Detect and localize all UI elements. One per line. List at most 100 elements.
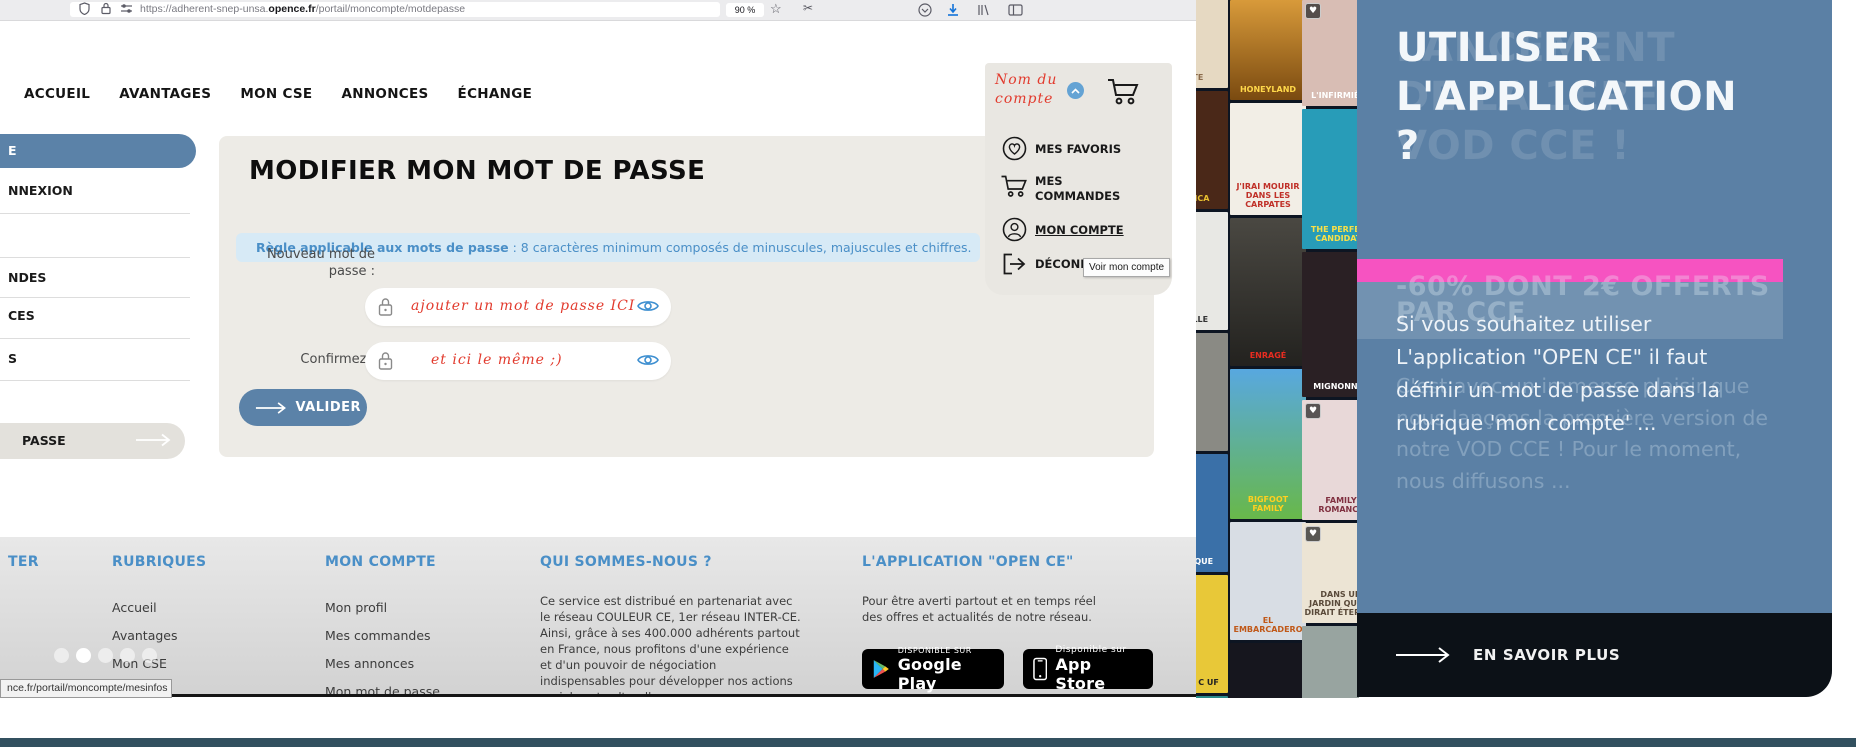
movie-poster[interactable]: nette xyxy=(1196,0,1228,88)
sidebar-item-mot-de-passe[interactable]: PASSE xyxy=(0,423,185,459)
lock-icon[interactable] xyxy=(101,2,111,15)
movie-poster[interactable]: THE PERFECT CANDIDATE xyxy=(1302,109,1359,249)
account-name[interactable]: Nom du compte xyxy=(995,71,1073,109)
sidebar-item-connexion[interactable]: NNEXION xyxy=(8,183,73,198)
google-play-icon xyxy=(873,660,889,678)
confirm-password-input[interactable]: et ici le même ;) xyxy=(365,342,671,380)
sidebar-item-annonces[interactable]: CES xyxy=(8,308,35,323)
bookmark-star-icon[interactable]: ☆ xyxy=(770,1,782,17)
divider xyxy=(0,257,190,258)
nav-accueil[interactable]: ACCUEIL xyxy=(24,86,90,102)
movie-poster[interactable]: madre xyxy=(1302,626,1359,698)
sidebar-toggle-icon[interactable] xyxy=(1008,3,1023,17)
footer-rubriques-header: RUBRIQUES xyxy=(112,554,207,570)
menu-mes-favoris[interactable]: MES FAVORIS xyxy=(1035,142,1121,157)
nav-avantages[interactable]: AVANTAGES xyxy=(119,86,211,102)
permissions-icon[interactable] xyxy=(120,2,133,15)
nav-annonces[interactable]: ANNONCES xyxy=(341,86,428,102)
movie-poster[interactable]: CER RIQUE xyxy=(1196,454,1228,572)
movie-poster[interactable]: ENRAGÉ xyxy=(1230,218,1306,366)
app-store-badge[interactable]: Disponible sur App Store xyxy=(1023,645,1153,693)
divider xyxy=(0,297,190,298)
movie-poster[interactable]: ITE xyxy=(1196,333,1228,451)
footer-link-accueil[interactable]: Accueil xyxy=(112,600,157,615)
cart-icon[interactable] xyxy=(999,173,1029,200)
show-password-eye-icon[interactable] xyxy=(637,351,659,369)
google-play-badge[interactable]: DISPONIBLE SUR Google Play xyxy=(862,646,1004,693)
movie-poster[interactable]: IP MAN 4 xyxy=(1230,643,1306,698)
logout-icon[interactable] xyxy=(1002,253,1026,275)
poster-title: ENRAGÉ xyxy=(1249,351,1287,360)
favorite-heart-icon[interactable]: ♥ xyxy=(1305,526,1321,542)
new-password-label: Nouveau mot de passe : xyxy=(266,247,375,279)
movie-poster[interactable]: J'irai mourir dans les Carpates xyxy=(1230,103,1306,215)
sidebar-item-favoris[interactable]: S xyxy=(8,351,17,366)
footer-link-mon-profil[interactable]: Mon profil xyxy=(325,600,387,615)
poster-title: L'INFIRMIÈRE xyxy=(1311,91,1359,100)
footer-app-text: Pour être averti partout et en temps rée… xyxy=(862,594,1096,624)
new-password-input[interactable]: ajouter un mot de passe ICI xyxy=(365,288,671,326)
poster-title: CER RIQUE xyxy=(1196,557,1214,566)
poster-title: THE PERFECT CANDIDATE xyxy=(1310,225,1359,243)
divider xyxy=(0,213,190,214)
carousel-dot[interactable] xyxy=(142,648,157,663)
movie-poster[interactable]: AMERICA xyxy=(1196,91,1228,209)
nav-mon-cse[interactable]: MON CSE xyxy=(240,86,312,102)
heart-icon[interactable] xyxy=(1002,136,1027,161)
movie-poster[interactable]: ♥ FAMILY ROMANCE xyxy=(1302,400,1359,520)
menu-deconnexion[interactable]: DÉCONN xyxy=(1035,257,1090,272)
zoom-level-badge[interactable]: 90 % xyxy=(726,3,764,17)
movie-poster[interactable]: La Fille xyxy=(1196,212,1228,330)
poster-title: La Fille xyxy=(1196,315,1209,324)
movie-poster[interactable]: ♥ L'INFIRMIÈRE xyxy=(1302,0,1359,106)
poster-title: EL EMBARCADERO xyxy=(1233,616,1303,634)
screenshot-icon[interactable]: ✂ xyxy=(803,1,813,15)
new-password-placeholder: ajouter un mot de passe ICI xyxy=(411,298,636,314)
movie-poster[interactable]: ME PES, C UF xyxy=(1196,575,1228,693)
hover-tooltip: Voir mon compte xyxy=(1083,258,1171,277)
menu-mon-compte[interactable]: MON COMPTE xyxy=(1035,223,1124,238)
slide-body-text: Si vous souhaitez utiliser L'application… xyxy=(1396,312,1720,435)
poster-title: FAMILY ROMANCE xyxy=(1318,496,1359,514)
show-password-eye-icon[interactable] xyxy=(637,297,659,315)
main-navigation: ACCUEIL AVANTAGES MON CSE ANNONCES ÉCHAN… xyxy=(24,86,532,102)
menu-mes-commandes[interactable]: MES COMMANDES xyxy=(1035,174,1120,204)
download-icon[interactable] xyxy=(946,3,960,17)
pocket-icon[interactable] xyxy=(918,3,932,17)
footer-qui-text: Ce service est distribué en partenariat … xyxy=(540,594,801,695)
carousel-dot[interactable] xyxy=(120,648,135,663)
footer-qui-header: QUI SOMMES-NOUS ? xyxy=(540,554,712,570)
valider-button[interactable]: VALIDER xyxy=(239,389,367,426)
footer-link-avantages[interactable]: Avantages xyxy=(112,628,178,643)
url-text[interactable]: https://adherent-snep-unsa.opence.fr/por… xyxy=(140,3,465,15)
movie-poster[interactable]: FEMME xyxy=(1196,696,1228,698)
carousel-dot[interactable] xyxy=(54,648,69,663)
carousel-dot-active[interactable] xyxy=(76,648,91,663)
chevron-up-icon[interactable] xyxy=(1067,82,1084,99)
carousel-dot[interactable] xyxy=(98,648,113,663)
lock-icon xyxy=(378,298,393,316)
user-icon[interactable] xyxy=(1002,217,1027,242)
screenshot-canvas: https://adherent-snep-unsa.opence.fr/por… xyxy=(0,0,1856,747)
carousel-dots xyxy=(54,648,157,663)
footer: TER RUBRIQUES Accueil Avantages Mon CSE … xyxy=(0,537,1196,695)
library-icon[interactable] xyxy=(976,3,990,17)
movie-poster[interactable]: HONEYLAND xyxy=(1230,0,1306,100)
footer-moncompte-header: MON COMPTE xyxy=(325,554,436,570)
favorite-heart-icon[interactable]: ♥ xyxy=(1305,3,1321,19)
movie-poster[interactable]: MIGNONNES xyxy=(1302,252,1359,397)
favorite-heart-icon[interactable]: ♥ xyxy=(1305,403,1321,419)
confirm-password-label: Confirmez : xyxy=(300,352,375,367)
shield-icon[interactable] xyxy=(79,2,90,15)
sidebar-item-active[interactable]: E xyxy=(0,134,196,168)
movie-poster[interactable]: BIGFOOT FAMILY xyxy=(1230,369,1306,519)
poster-title: ME PES, C UF xyxy=(1196,678,1219,687)
cart-icon[interactable] xyxy=(1105,77,1141,107)
nav-echange[interactable]: ÉCHANGE xyxy=(458,86,533,102)
movie-poster[interactable]: ♥ DANS UN JARDIN QU'ON DIRAIT ÉTERNEL xyxy=(1302,523,1359,623)
sidebar-item-commandes[interactable]: NDES xyxy=(8,270,46,285)
footer-link-mes-commandes[interactable]: Mes commandes xyxy=(325,628,431,643)
movie-poster[interactable]: EL EMBARCADERO xyxy=(1230,522,1306,640)
en-savoir-plus-button[interactable]: EN SAVOIR PLUS xyxy=(1357,613,1832,697)
footer-link-mes-annonces[interactable]: Mes annonces xyxy=(325,656,414,671)
